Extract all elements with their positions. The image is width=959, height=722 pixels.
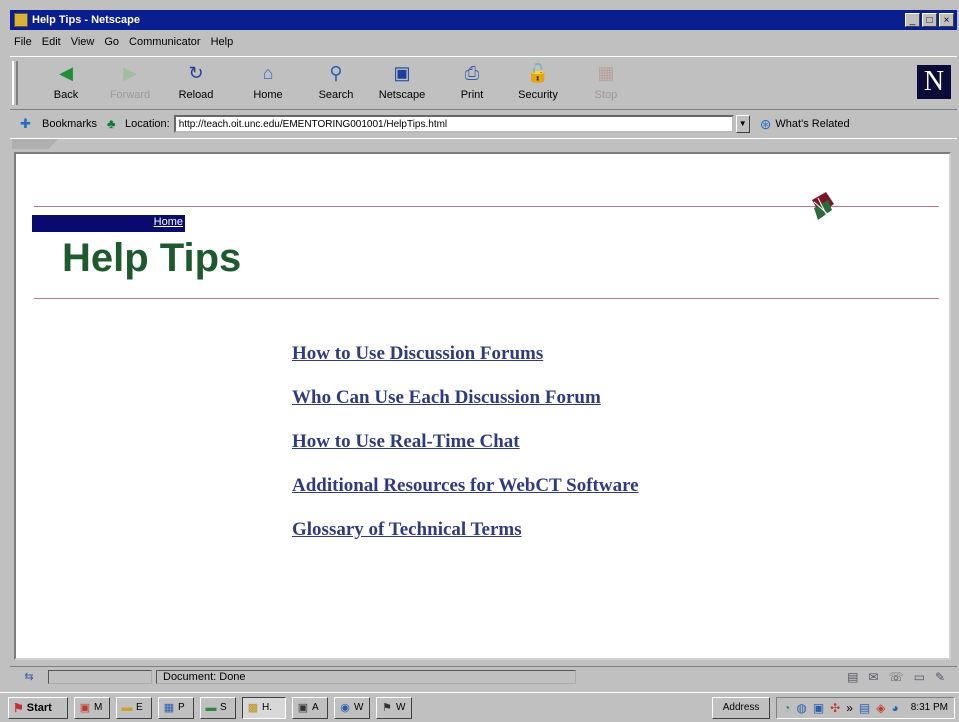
tray-icon[interactable]: ◈ — [876, 701, 885, 715]
address-toolbar[interactable]: Address — [712, 696, 771, 719]
app-icon: ▣ — [79, 701, 91, 714]
tray-overflow-icon[interactable]: » — [846, 701, 853, 715]
app-icon: ◉ — [340, 701, 350, 714]
back-button[interactable]: ◀ Back — [40, 61, 92, 107]
link-glossary[interactable]: Glossary of Technical Terms — [292, 518, 639, 541]
composer-icon[interactable]: ✎ — [935, 670, 945, 684]
home-bar: Home — [32, 215, 185, 232]
navigation-toolbar: ◀ Back ▶ Forward ↻ Reload ⌂ Home ⚲ Searc… — [10, 56, 957, 110]
top-divider — [34, 206, 939, 207]
bookmarks-icon: ✚ — [20, 116, 31, 131]
menu-edit[interactable]: Edit — [42, 36, 61, 48]
folder-icon: ▬ — [121, 701, 133, 714]
link-webct-resources[interactable]: Additional Resources for WebCT Software — [292, 474, 639, 497]
menu-file[interactable]: File — [14, 36, 32, 48]
back-arrow-icon: ◀ — [59, 63, 73, 83]
window-title: Help Tips - Netscape — [32, 14, 140, 26]
windows-taskbar: ⚑ Start ▣ M ▬ E ▦ P ▬ S ▩ H. ▣ A ◉ W ⚑ W… — [0, 692, 959, 722]
toolbar-grip[interactable] — [12, 61, 18, 105]
status-bar: ⇆ Document: Done ▤ ✉ ☏ ▭ ✎ — [10, 666, 957, 686]
home-icon: ⌂ — [262, 63, 274, 83]
forward-button[interactable]: ▶ Forward — [104, 61, 156, 107]
mail-icon[interactable]: ✉ — [869, 670, 879, 684]
taskbar-item[interactable]: ▣ M — [74, 696, 110, 719]
collapsed-toolbar-tab[interactable] — [12, 139, 58, 149]
tray-icon[interactable]: ◔ — [783, 701, 790, 715]
progress-bar — [48, 669, 152, 684]
page-content: Home Help Tips How to Use Discussion For… — [14, 152, 951, 660]
taskbar-item[interactable]: ◉ W — [334, 696, 370, 719]
url-input[interactable] — [173, 115, 734, 133]
taskbar-item[interactable]: ▬ S — [200, 696, 236, 719]
netscape-icon: ▩ — [247, 701, 259, 714]
app-icon: ▬ — [205, 701, 217, 714]
stop-icon: ▦ — [597, 63, 615, 83]
home-button[interactable]: ⌂ Home — [242, 61, 294, 107]
stop-button[interactable]: ▦ Stop — [580, 61, 632, 107]
security-lock-icon: 🔓 — [526, 63, 550, 83]
search-button[interactable]: ⚲ Search — [310, 61, 362, 107]
link-who-can-use-forum[interactable]: Who Can Use Each Discussion Forum — [292, 386, 639, 409]
status-text: Document: Done — [156, 669, 576, 684]
location-label: Location: — [125, 118, 170, 130]
taskbar-item-active[interactable]: ▩ H. — [242, 696, 286, 719]
tray-icon[interactable]: ▤ — [859, 701, 870, 715]
app-icon: ▦ — [163, 701, 175, 714]
speaker-icon[interactable]: ◕ — [892, 701, 899, 715]
security-button[interactable]: 🔓 Security — [512, 61, 564, 107]
connection-icon: ⇆ — [24, 671, 34, 683]
tray-icon[interactable]: ◍ — [796, 701, 806, 715]
link-real-time-chat[interactable]: How to Use Real-Time Chat — [292, 430, 639, 453]
netscape-button[interactable]: ▣ Netscape — [376, 61, 428, 107]
reload-button[interactable]: ↻ Reload — [170, 61, 222, 107]
menu-communicator[interactable]: Communicator — [129, 36, 201, 48]
app-icon: ▣ — [297, 701, 309, 714]
netscape-icon: ▣ — [393, 63, 411, 83]
chevron-down-icon[interactable]: ▼ — [735, 115, 750, 133]
reload-icon: ↻ — [188, 63, 204, 83]
site-logo-icon — [812, 192, 834, 220]
minimize-button[interactable]: _ — [905, 13, 920, 27]
addressbook-icon[interactable]: ▭ — [914, 670, 925, 684]
taskbar-item[interactable]: ▣ A — [292, 696, 328, 719]
clock[interactable]: 8:31 PM — [911, 702, 948, 713]
netscape-app-icon — [14, 13, 28, 27]
home-link[interactable]: Home — [154, 216, 183, 228]
location-icon: ♣ — [107, 116, 116, 131]
window-controls: _ □ × — [905, 13, 954, 27]
netscape-logo: N — [917, 65, 951, 99]
personal-toolbar-strip — [10, 138, 957, 151]
help-links-list: How to Use Discussion Forums Who Can Use… — [292, 342, 639, 562]
app-icon: ⚑ — [382, 701, 392, 714]
taskbar-item[interactable]: ▬ E — [116, 696, 152, 719]
forward-arrow-icon: ▶ — [123, 63, 137, 83]
menu-view[interactable]: View — [71, 36, 95, 48]
close-button[interactable]: × — [939, 13, 954, 27]
discussion-icon[interactable]: ☏ — [889, 670, 904, 684]
page-title: Help Tips — [62, 236, 242, 280]
title-bar: Help Tips - Netscape _ □ × — [10, 10, 957, 30]
link-discussion-forums[interactable]: How to Use Discussion Forums — [292, 342, 639, 365]
location-bar: ✚ Bookmarks ♣ Location: ▼ ⊛ What's Relat… — [10, 112, 957, 136]
navigator-icon[interactable]: ▤ — [847, 670, 858, 684]
taskbar-item[interactable]: ▦ P — [158, 696, 194, 719]
whats-related-button[interactable]: What's Related — [775, 118, 849, 130]
menu-help[interactable]: Help — [211, 36, 234, 48]
print-button[interactable]: ⎙ Print — [446, 61, 498, 107]
tray-icon[interactable]: ✣ — [830, 701, 840, 715]
bookmarks-button[interactable]: Bookmarks — [42, 118, 97, 130]
tray-icon[interactable]: ▣ — [813, 701, 824, 715]
start-button[interactable]: ⚑ Start — [8, 696, 68, 719]
windows-flag-icon: ⚑ — [13, 700, 24, 715]
bottom-divider — [34, 298, 939, 299]
system-tray: ◔ ◍ ▣ ✣ » ▤ ◈ ◕ 8:31 PM — [776, 696, 955, 719]
component-bar: ▤ ✉ ☏ ▭ ✎ — [847, 670, 957, 684]
maximize-button[interactable]: □ — [922, 13, 937, 27]
menu-go[interactable]: Go — [104, 36, 119, 48]
whats-related-icon: ⊛ — [759, 115, 772, 132]
menu-bar: File Edit View Go Communicator Help — [10, 32, 957, 52]
print-icon: ⎙ — [464, 63, 480, 83]
taskbar-item[interactable]: ⚑ W — [376, 696, 412, 719]
search-icon: ⚲ — [329, 63, 343, 83]
